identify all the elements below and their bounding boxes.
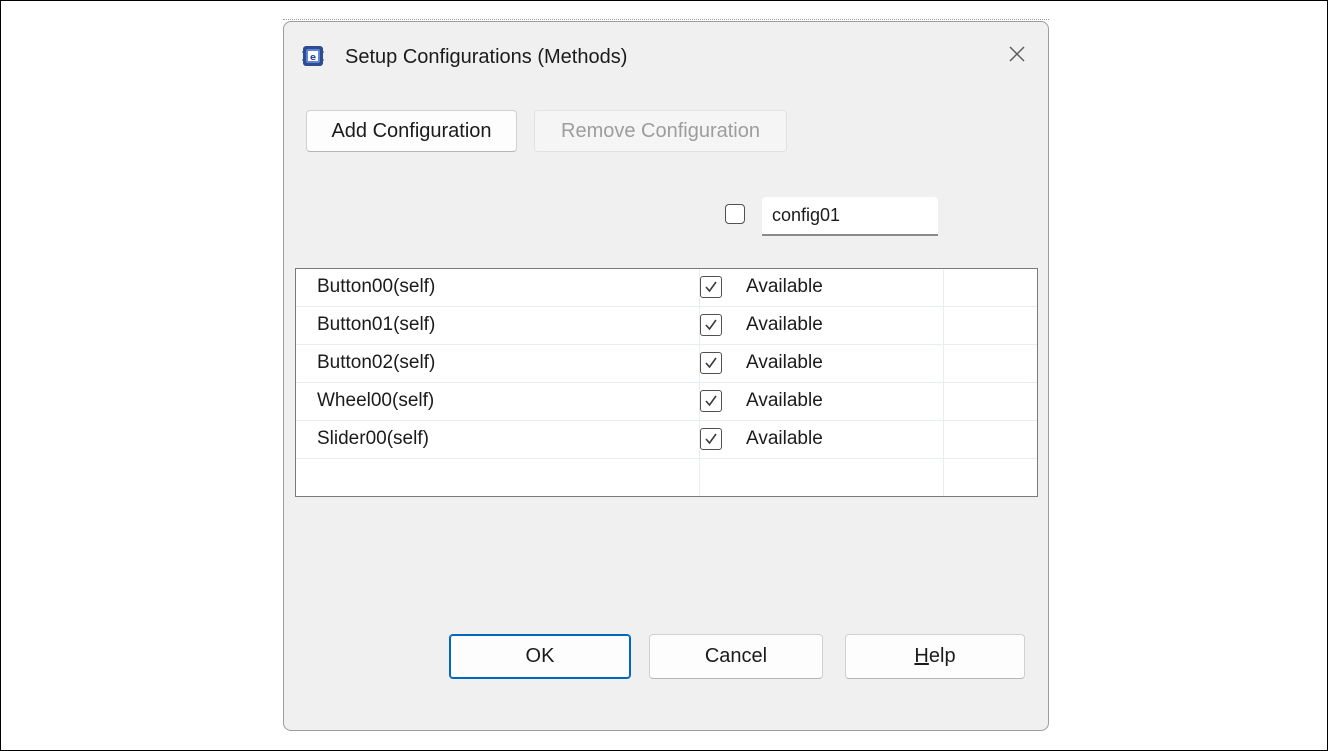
title-bar[interactable]: e Setup Configurations (Methods) xyxy=(284,22,1048,88)
close-button[interactable] xyxy=(1000,39,1034,73)
add-configuration-button[interactable]: Add Configuration xyxy=(306,110,517,152)
row-status: Available xyxy=(746,314,823,335)
table-row[interactable]: Button02(self) Available xyxy=(296,345,1037,383)
close-icon xyxy=(1008,45,1026,68)
table-row[interactable]: Button01(self) Available xyxy=(296,307,1037,345)
setup-configurations-dialog: e Setup Configurations (Methods) Add Con… xyxy=(283,21,1049,731)
remove-configuration-button[interactable]: Remove Configuration xyxy=(534,110,787,152)
help-mnemonic: H xyxy=(914,645,929,667)
row-checkbox[interactable] xyxy=(700,352,722,374)
row-checkbox[interactable] xyxy=(700,428,722,450)
config-name-input[interactable] xyxy=(762,197,938,236)
table-row[interactable]: Wheel00(self) Available xyxy=(296,383,1037,421)
dotted-separator xyxy=(283,19,1049,20)
cancel-button[interactable]: Cancel xyxy=(649,634,823,679)
ok-button[interactable]: OK xyxy=(449,634,631,679)
row-status: Available xyxy=(746,276,823,297)
row-status: Available xyxy=(746,352,823,373)
table-row[interactable]: Slider00(self) Available xyxy=(296,421,1037,459)
row-name: Wheel00(self) xyxy=(317,390,435,411)
row-checkbox[interactable] xyxy=(700,276,722,298)
table-row-empty[interactable] xyxy=(296,459,1037,497)
config-enable-checkbox[interactable] xyxy=(725,204,745,224)
checkmark-icon xyxy=(705,319,717,331)
row-name: Button02(self) xyxy=(317,352,436,373)
row-status: Available xyxy=(746,390,823,411)
checkmark-icon xyxy=(705,395,717,407)
row-checkbox[interactable] xyxy=(700,314,722,336)
checkmark-icon xyxy=(705,357,717,369)
dialog-title: Setup Configurations (Methods) xyxy=(345,46,628,68)
table-row[interactable]: Button00(self) Available xyxy=(296,269,1037,307)
methods-table: Button00(self) Available Button01(self) … xyxy=(295,268,1038,497)
row-name: Slider00(self) xyxy=(317,428,429,449)
svg-text:e: e xyxy=(310,53,316,63)
chip-app-icon: e xyxy=(302,45,324,67)
row-status: Available xyxy=(746,428,823,449)
help-label: elp xyxy=(928,645,956,667)
checkmark-icon xyxy=(705,281,717,293)
row-checkbox[interactable] xyxy=(700,390,722,412)
checkmark-icon xyxy=(705,433,717,445)
row-name: Button00(self) xyxy=(317,276,436,297)
help-button[interactable]: Help xyxy=(845,634,1025,679)
row-name: Button01(self) xyxy=(317,314,436,335)
